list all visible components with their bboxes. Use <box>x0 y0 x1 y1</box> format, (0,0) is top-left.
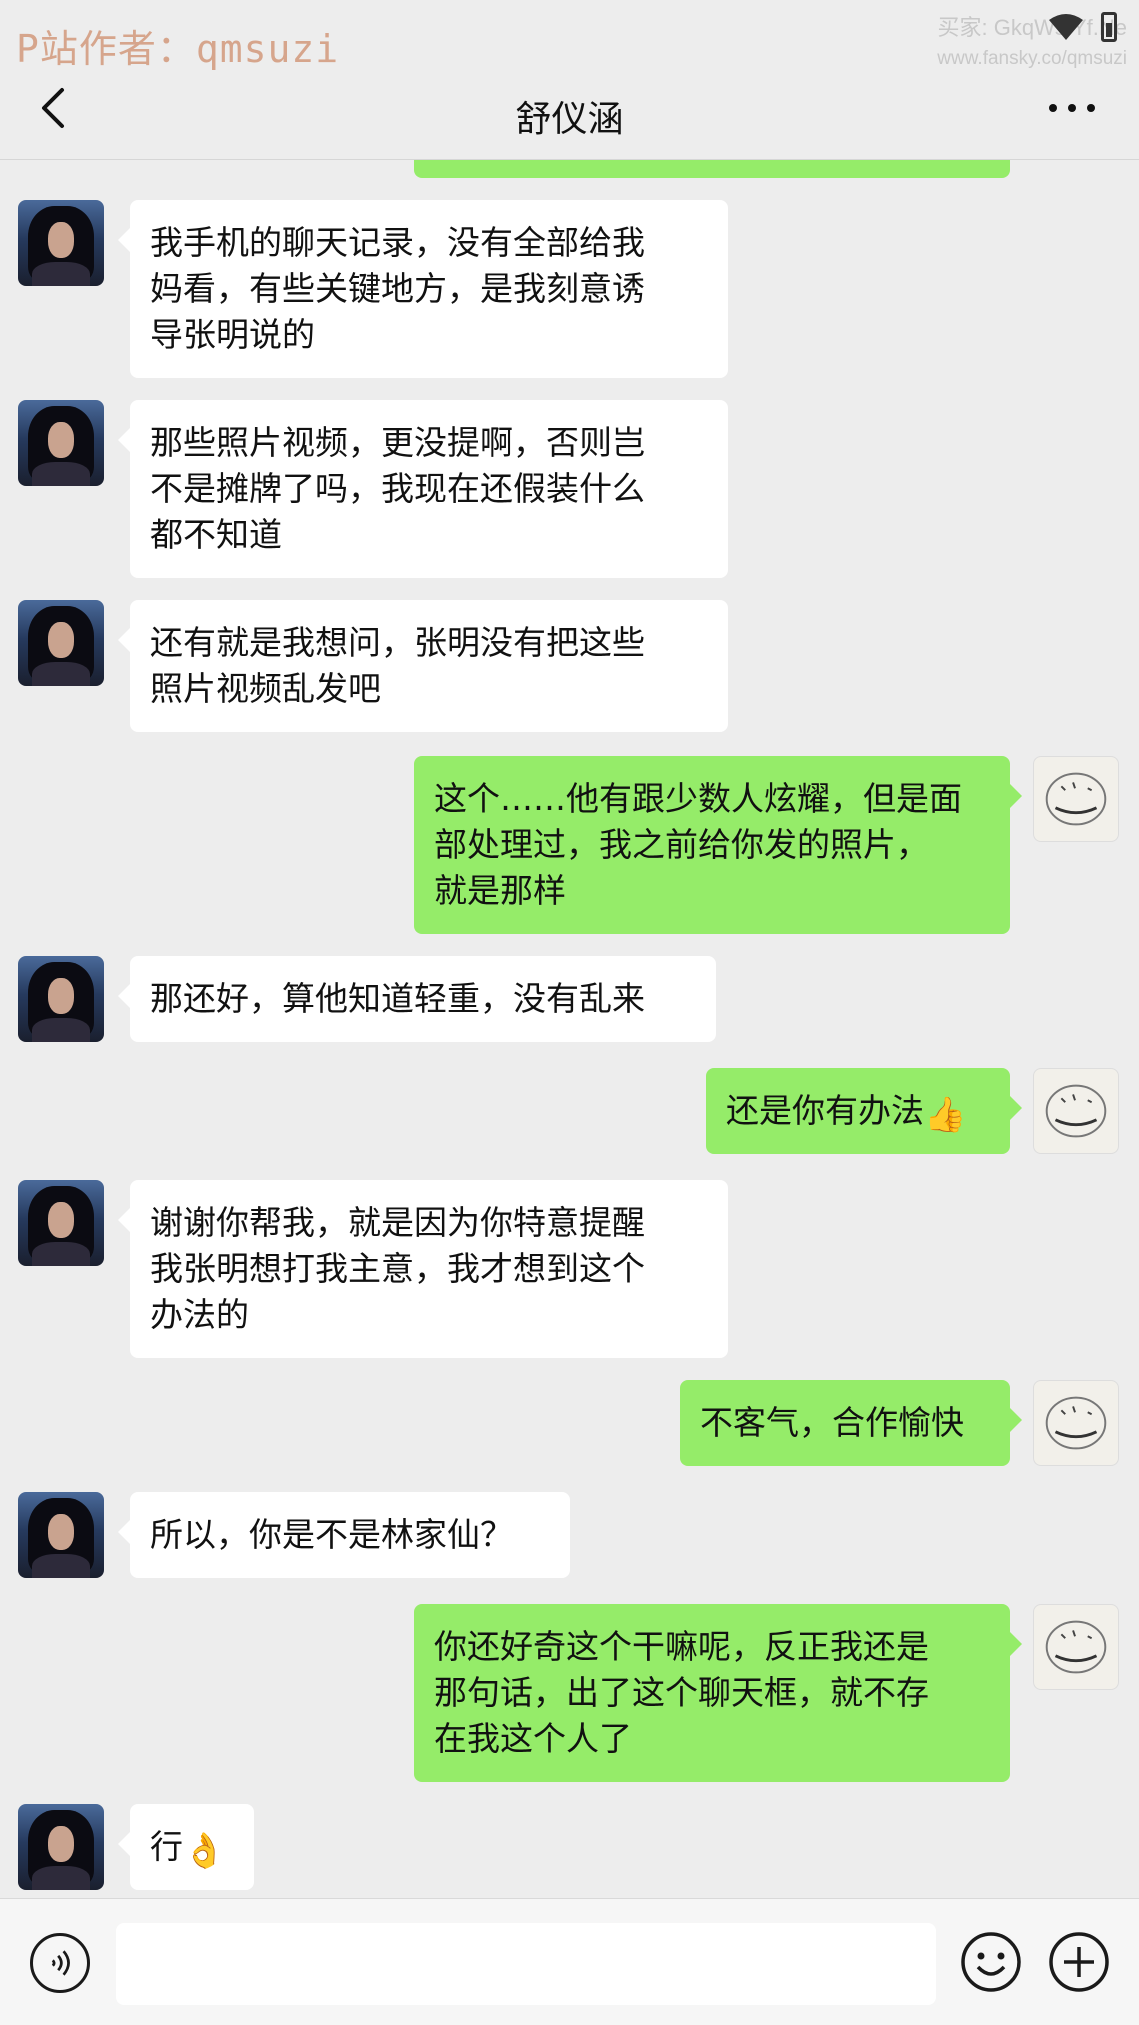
message-list[interactable]: 我手机的聊天记录，没有全部给我 妈看，有些关键地方，是我刻意诱 导张明说的 那些… <box>0 160 1139 1898</box>
message-bubble[interactable]: 谢谢你帮我，就是因为你特意提醒 我张明想打我主意，我才想到这个 办法的 <box>118 1180 728 1358</box>
avatar[interactable] <box>1033 756 1119 842</box>
avatar[interactable] <box>18 1180 104 1266</box>
message-text: 行 <box>150 1827 183 1866</box>
avatar[interactable] <box>18 1492 104 1578</box>
avatar[interactable] <box>18 1804 104 1890</box>
thumbs-up-icon: 👍 <box>924 1095 967 1135</box>
avatar[interactable] <box>18 400 104 486</box>
chat-title: 舒仪涵 <box>515 99 624 140</box>
message-bubble[interactable]: 行👌 <box>118 1804 254 1890</box>
sketch-avatar-icon <box>1045 772 1107 826</box>
message-bubble[interactable]: 这个……他有跟少数人炫耀，但是面 部处理过，我之前给你发的照片， 就是那样 <box>414 756 1022 934</box>
voice-icon[interactable] <box>30 1933 90 1993</box>
sketch-avatar-icon <box>1045 1396 1107 1450</box>
watermark-author: P站作者：qmsuzi <box>16 27 340 71</box>
sketch-avatar-icon <box>1045 1084 1107 1138</box>
message-bubble[interactable]: 那些照片视频，更没提啊，否则岂 不是摊牌了吗，我现在还假装什么 都不知道 <box>118 400 728 578</box>
watermark-buyer-line2: www.fansky.co/qmsuzi <box>937 48 1127 69</box>
avatar[interactable] <box>18 956 104 1042</box>
chat-input-bar <box>0 1898 1139 2025</box>
emoji-icon[interactable] <box>960 1931 1022 1993</box>
avatar[interactable] <box>18 200 104 286</box>
message-bubble[interactable]: 所以，你是不是林家仙？ <box>118 1492 570 1578</box>
message-bubble[interactable]: 还有就是我想问，张明没有把这些 照片视频乱发吧 <box>118 600 728 732</box>
avatar[interactable] <box>1033 1380 1119 1466</box>
avatar[interactable] <box>1033 1068 1119 1154</box>
sketch-avatar-icon <box>1045 1620 1107 1674</box>
plus-icon[interactable] <box>1048 1931 1110 1993</box>
message-text: 还是你有办法 <box>726 1091 924 1130</box>
message-bubble[interactable]: 我手机的聊天记录，没有全部给我 妈看，有些关键地方，是我刻意诱 导张明说的 <box>118 200 728 378</box>
message-bubble[interactable]: 那还好，算他知道轻重，没有乱来 <box>118 956 716 1042</box>
message-bubble[interactable]: 不客气，合作愉快 <box>680 1380 1022 1466</box>
battery-icon <box>1101 12 1117 42</box>
message-bubble[interactable]: 还是你有办法👍 <box>706 1068 1022 1154</box>
status-bar-icons <box>1049 12 1117 42</box>
message-input[interactable] <box>116 1923 936 2005</box>
more-dots-icon[interactable] <box>1049 100 1095 116</box>
wifi-icon <box>1049 14 1083 40</box>
avatar[interactable] <box>18 600 104 686</box>
previous-message-bubble[interactable] <box>414 160 1010 178</box>
avatar[interactable] <box>1033 1604 1119 1690</box>
message-bubble[interactable]: 你还好奇这个干嘛呢，反正我还是 那句话，出了这个聊天框，就不存 在我这个人了 <box>414 1604 1022 1782</box>
ok-hand-icon: 👌 <box>183 1831 226 1871</box>
